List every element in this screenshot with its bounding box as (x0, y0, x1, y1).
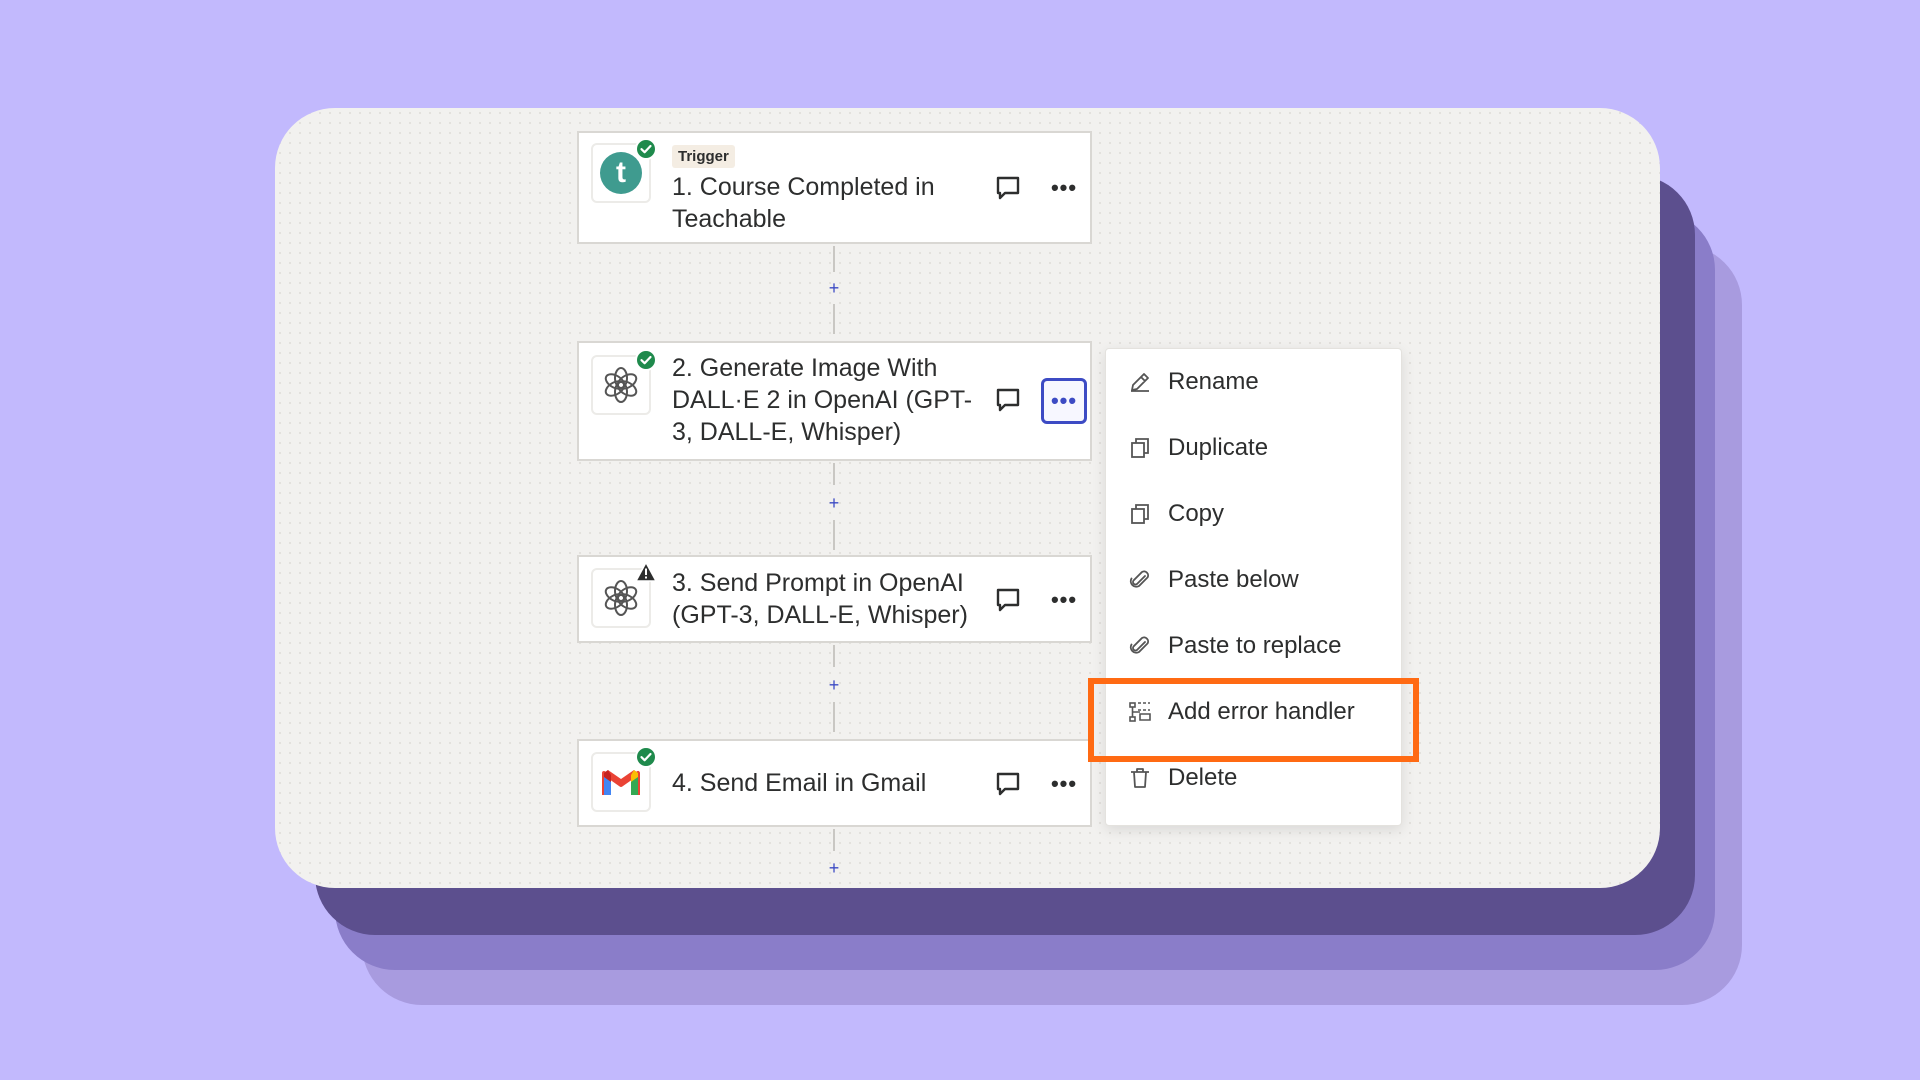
menu-item-copy[interactable]: Copy (1106, 481, 1403, 547)
step-card-4[interactable]: 4. Send Email in Gmail ••• (577, 739, 1092, 827)
comment-button[interactable] (991, 171, 1025, 205)
menu-item-label: Paste to replace (1168, 632, 1342, 659)
comment-icon (996, 588, 1020, 612)
menu-item-paste-below[interactable]: Paste below (1106, 547, 1403, 613)
step-card-2[interactable]: 2. Generate Image With DALL·E 2 in OpenA… (577, 341, 1092, 461)
connector-line (833, 645, 835, 667)
menu-item-label: Delete (1168, 764, 1238, 791)
menu-item-label: Duplicate (1168, 434, 1269, 461)
menu-item-label: Rename (1168, 368, 1259, 395)
more-options-button-active[interactable]: ••• (1041, 378, 1087, 424)
add-step-button[interactable]: + (824, 858, 844, 878)
add-step-button[interactable]: + (824, 493, 844, 513)
copy-icon (1131, 504, 1149, 524)
more-options-button[interactable]: ••• (1041, 761, 1087, 807)
connector-line (833, 304, 835, 334)
menu-item-duplicate[interactable]: Duplicate (1106, 415, 1403, 481)
more-options-button[interactable]: ••• (1041, 577, 1087, 623)
add-step-button[interactable]: + (824, 278, 844, 298)
paperclip-icon (1129, 570, 1149, 588)
openai-logo (604, 580, 638, 616)
more-options-button[interactable]: ••• (1041, 165, 1087, 211)
menu-item-paste-to-replace[interactable]: Paste to replace (1106, 613, 1403, 679)
comment-icon (996, 388, 1020, 412)
add-step-button[interactable]: + (824, 675, 844, 695)
pencil-icon (1131, 373, 1149, 392)
step-card-3[interactable]: 3. Send Prompt in OpenAI (GPT-3, DALL-E,… (577, 555, 1092, 643)
step-title: 4. Send Email in Gmail (672, 769, 927, 797)
gmail-logo (602, 770, 640, 795)
zap-editor-canvas: t Trigger 1. Course Completed in Teachab… (275, 108, 1660, 888)
highlight-box (1088, 678, 1419, 762)
success-check-icon (635, 138, 657, 160)
step-card-1[interactable]: t Trigger 1. Course Completed in Teachab… (577, 131, 1092, 244)
success-check-icon (635, 746, 657, 768)
connector-line (833, 829, 835, 851)
comment-icon (996, 772, 1020, 796)
connector-line (833, 246, 835, 272)
connector-line (833, 702, 835, 732)
step-title: 2. Generate Image With DALL·E 2 in OpenA… (672, 354, 973, 446)
connector-line (833, 520, 835, 550)
step-title: 1. Course Completed in Teachable (672, 173, 935, 233)
duplicate-icon (1131, 438, 1149, 458)
paperclip-icon (1129, 636, 1149, 654)
menu-item-label: Copy (1168, 500, 1225, 527)
trash-icon (1131, 768, 1149, 788)
openai-logo (604, 367, 638, 403)
comment-icon (996, 176, 1020, 200)
comment-button[interactable] (991, 767, 1025, 801)
connector-line (833, 463, 835, 485)
menu-item-rename[interactable]: Rename (1106, 349, 1403, 415)
comment-button[interactable] (991, 583, 1025, 617)
menu-item-label: Paste below (1168, 566, 1299, 593)
success-check-icon (635, 349, 657, 371)
trigger-badge: Trigger (672, 145, 735, 168)
comment-button[interactable] (991, 383, 1025, 417)
step-title: 3. Send Prompt in OpenAI (GPT-3, DALL-E,… (672, 569, 968, 629)
warning-icon (635, 561, 657, 582)
